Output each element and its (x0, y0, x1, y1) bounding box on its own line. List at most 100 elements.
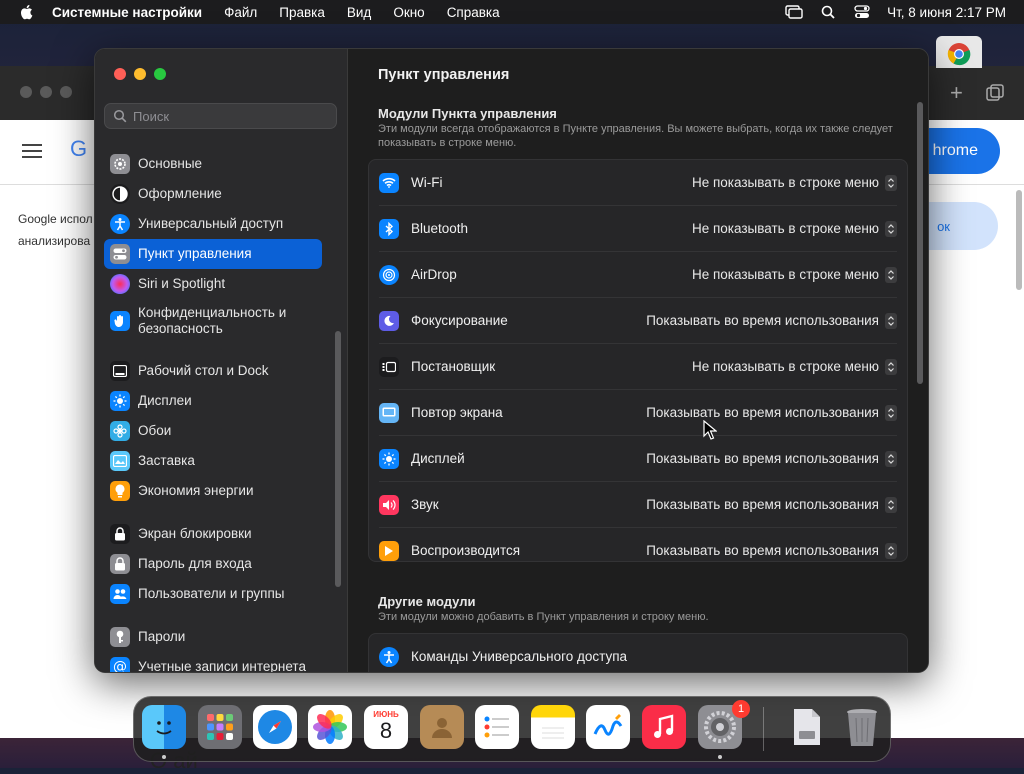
sidebar-item-privacy-security[interactable]: Конфиденциальность и безопасность (104, 299, 322, 343)
main-pane: Пункт управления Модули Пункта управлени… (348, 49, 928, 672)
dock-separator (763, 707, 764, 751)
chrome-tab[interactable] (936, 36, 982, 68)
browser-minimize-dot[interactable] (40, 86, 52, 98)
document-stack-icon (794, 709, 820, 745)
at-icon: @ (110, 657, 130, 672)
module-visibility-select[interactable]: Не показывать в строке меню (692, 174, 897, 191)
control-center-menu-icon[interactable] (853, 4, 871, 20)
menu-window[interactable]: Окно (393, 5, 424, 20)
sidebar-item-label: Siri и Spotlight (138, 276, 226, 291)
sidebar-item-wallpaper[interactable]: Обои (104, 416, 322, 446)
dock-notes[interactable] (531, 705, 575, 749)
sidebar-item-label: Обои (138, 423, 172, 438)
other-modules-title: Другие модули (378, 594, 476, 609)
module-name: Команды Универсального доступа (411, 649, 628, 664)
dock: ИЮНЬ 8 1 (133, 696, 891, 762)
dock-trash[interactable] (840, 705, 884, 749)
module-visibility-select[interactable]: Не показывать в строке меню (692, 266, 897, 283)
tab-overview-icon[interactable] (986, 84, 1004, 102)
sidebar-item-lock-screen[interactable]: Экран блокировки (104, 519, 322, 549)
spotlight-search-icon[interactable] (819, 4, 837, 20)
menu-view[interactable]: Вид (347, 5, 371, 20)
module-visibility-select[interactable]: Показывать во время использования (646, 496, 897, 513)
stepper-chevrons-icon (885, 174, 897, 191)
new-tab-icon[interactable]: + (950, 80, 963, 106)
module-row-now-playing: Воспроизводится Показывать во время испо… (379, 528, 897, 573)
sidebar-item-passwords[interactable]: Пароли (104, 622, 322, 652)
calendar-day: 8 (379, 717, 393, 743)
sidebar-item-label: Оформление (138, 186, 222, 201)
wallpaper-icon (110, 421, 130, 441)
modules-panel: Wi-Fi Не показывать в строке меню Blueto… (368, 159, 908, 562)
browser-scrollbar[interactable] (1016, 190, 1022, 290)
sidebar-item-siri-spotlight[interactable]: Siri и Spotlight (104, 269, 322, 299)
stepper-chevrons-icon (885, 450, 897, 467)
module-visibility-select[interactable]: Показывать во время использования (646, 450, 897, 467)
sidebar-item-label: Учетные записи интернета (138, 659, 306, 673)
dock-freeform[interactable] (586, 705, 630, 749)
main-scrollbar[interactable] (917, 102, 923, 384)
dock-reminders[interactable] (475, 705, 519, 749)
menu-edit[interactable]: Правка (279, 5, 325, 20)
bluetooth-icon (379, 218, 399, 239)
menu-file[interactable]: Файл (224, 5, 257, 20)
screen-mirroring-menu-icon[interactable] (785, 4, 803, 20)
stepper-chevrons-icon (885, 358, 897, 375)
menu-app-name[interactable]: Системные настройки (52, 5, 202, 20)
dock-calendar[interactable]: ИЮНЬ 8 (364, 705, 408, 749)
zoom-button[interactable] (154, 68, 166, 80)
module-name: Wi-Fi (411, 175, 443, 190)
module-visibility-select[interactable]: Показывать во время использования (646, 542, 897, 559)
apple-icon[interactable] (18, 3, 36, 21)
minimize-button[interactable] (134, 68, 146, 80)
dock-launchpad[interactable] (198, 705, 242, 749)
launchpad-icon (207, 714, 233, 740)
module-visibility-select[interactable]: Не показывать в строке меню (692, 358, 897, 375)
appearance-icon (110, 184, 130, 204)
hand-icon (110, 311, 130, 331)
google-logo: G (70, 136, 88, 161)
browser-zoom-dot[interactable] (60, 86, 72, 98)
dock-contacts[interactable] (420, 705, 464, 749)
sidebar-item-control-center[interactable]: Пункт управления (104, 239, 322, 269)
module-row-bluetooth: Bluetooth Не показывать в строке меню (379, 206, 897, 252)
sidebar-item-internet-accounts[interactable]: @ Учетные записи интернета (104, 652, 322, 673)
dock-downloads[interactable] (784, 705, 828, 749)
dock-finder[interactable] (142, 705, 186, 749)
safari-icon (258, 710, 292, 744)
sidebar-item-screensaver[interactable]: Заставка (104, 446, 322, 476)
sidebar-item-desktop-dock[interactable]: Рабочий стол и Dock (104, 356, 322, 386)
sidebar-item-energy-saver[interactable]: Экономия энергии (104, 476, 322, 506)
moon-icon (379, 310, 399, 331)
screensaver-icon (110, 451, 130, 471)
sidebar-item-label: Универсальный доступ (138, 216, 284, 231)
module-row-screen-mirroring: Повтор экрана Показывать во время исполь… (379, 390, 897, 436)
sidebar-item-login-password[interactable]: Пароль для входа (104, 549, 322, 579)
search-field[interactable]: Поиск (104, 103, 337, 129)
menu-clock[interactable]: Чт, 8 июня 2:17 PM (887, 5, 1006, 20)
browser-close-dot[interactable] (20, 86, 32, 98)
stage-manager-icon (379, 356, 399, 377)
sidebar-item-accessibility[interactable]: Универсальный доступ (104, 209, 322, 239)
module-visibility-select[interactable]: Показывать во время использования (646, 312, 897, 329)
accessibility-icon (110, 214, 130, 234)
sidebar-list: Основные Оформление Универсальный доступ… (104, 149, 322, 673)
sidebar-item-displays[interactable]: Дисплеи (104, 386, 322, 416)
sidebar-item-label: Экран блокировки (138, 526, 252, 541)
modules-section-title: Модули Пункта управления (378, 106, 557, 121)
module-visibility-select[interactable]: Показывать во время использования (646, 404, 897, 421)
sidebar-item-appearance[interactable]: Оформление (104, 179, 322, 209)
menu-help[interactable]: Справка (447, 5, 500, 20)
sidebar-item-general[interactable]: Основные (104, 149, 322, 179)
sidebar-item-users-groups[interactable]: Пользователи и группы (104, 579, 322, 609)
users-icon (110, 584, 130, 604)
module-row-display: Дисплей Показывать во время использовани… (379, 436, 897, 482)
sidebar-scrollbar[interactable] (335, 331, 341, 587)
dock-safari[interactable] (253, 705, 297, 749)
dock-photos[interactable] (308, 705, 352, 749)
module-visibility-select[interactable]: Не показывать в строке меню (692, 220, 897, 237)
key-icon (110, 627, 130, 647)
close-button[interactable] (114, 68, 126, 80)
hamburger-menu-icon[interactable] (22, 144, 42, 158)
dock-music[interactable] (642, 705, 686, 749)
